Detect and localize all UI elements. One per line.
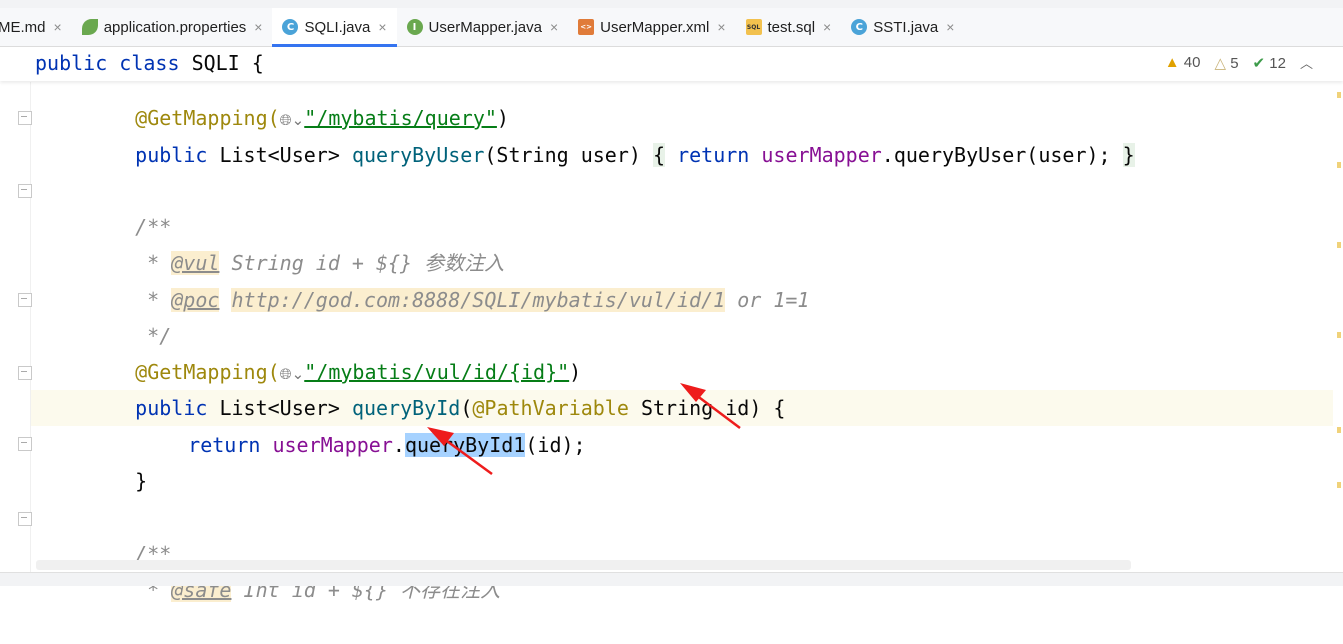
red-arrow-queryById1 [427, 427, 493, 476]
annotation-arrows [427, 383, 741, 476]
red-arrow-string-id [680, 383, 741, 429]
